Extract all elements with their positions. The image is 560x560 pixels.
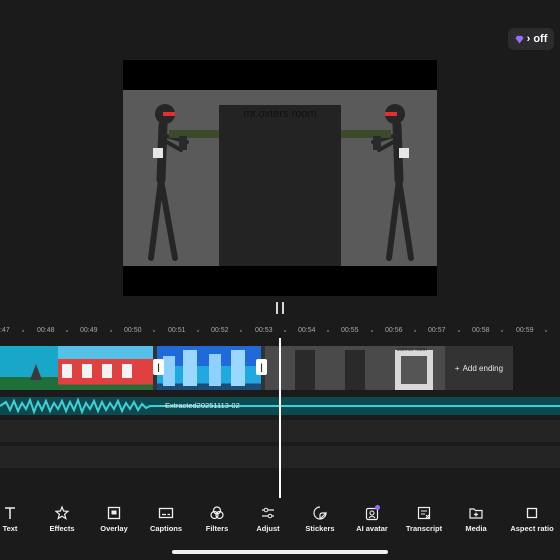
ruler-dot [66,330,68,332]
transition-button[interactable]: | [153,359,164,375]
ruler-dot [153,330,155,332]
pause-icon-bar [282,302,284,314]
tool-label: Transcript [405,524,443,533]
ruler-dot [240,330,242,332]
audio-clip-label: Extracted20251113-02 [165,401,240,410]
stick-figure-left [148,104,219,261]
ruler-dot [284,330,286,332]
ruler-tick: 00:57 [428,327,446,334]
media-icon [469,508,483,519]
ruler-tick: 00:52 [211,327,229,334]
diamond-icon [515,35,524,44]
overlay-icon [107,506,121,520]
clip-sign-text: science room [397,347,427,353]
ruler-dot [110,330,112,332]
video-clip[interactable] [58,346,153,390]
overlay-tool-button[interactable]: Overlay [84,503,144,533]
video-clip[interactable] [157,346,261,390]
ruler-dot [545,330,547,332]
video-track[interactable]: science room [0,346,445,390]
ruler-dot [458,330,460,332]
ruler-dot [371,330,373,332]
bottom-toolbar: Text Effects Overlay Captions Filters Ad… [0,503,560,539]
clip-thumbnail [62,364,132,378]
ai-avatar-tool-button[interactable]: AI avatar [342,503,402,533]
ruler-tick: 00:59 [516,327,534,334]
ruler-tick: 00:51 [168,327,186,334]
ruler-dot [501,330,503,332]
effects-icon [54,505,70,520]
video-clip[interactable] [0,346,58,390]
captions-icon [158,507,174,519]
aspect-ratio-tool-button[interactable]: Aspect ratio [502,503,560,533]
adjust-tool-button[interactable]: Adjust [238,503,298,533]
filters-icon [210,506,224,520]
effects-tool-button[interactable]: Effects [32,503,92,533]
pro-off-label: › off [526,33,548,45]
playhead[interactable] [279,338,281,498]
video-clip[interactable]: science room [265,346,445,390]
ruler-dot [22,330,24,332]
ruler-tick: 00:48 [37,327,55,334]
tool-label: Adjust [256,524,280,533]
clip-thumbnail [163,350,245,386]
media-tool-button[interactable]: Media [446,503,506,533]
ruler-tick: 00:50 [124,327,142,334]
add-ending-label: Add ending [462,363,504,373]
ruler-tick: 00:58 [472,327,490,334]
tool-label: Media [465,524,487,533]
clip-thumbnail [30,364,42,380]
text-icon [5,507,15,519]
ai-avatar-icon [365,505,380,521]
add-ending-button[interactable]: + Add ending [445,346,513,390]
tool-label: Effects [49,524,75,533]
transcript-tool-button[interactable]: Transcript [394,503,454,533]
tool-label: AI avatar [356,524,388,533]
tool-label: Overlay [100,524,128,533]
pause-button[interactable] [272,302,288,316]
ruler-dot [197,330,199,332]
stick-figure-right [341,104,414,261]
plus-icon: + [454,363,460,373]
ruler-dot [327,330,329,332]
ruler-tick: 00:56 [385,327,403,334]
preview-stick-figures [148,104,414,261]
pause-icon [276,302,278,314]
pro-off-button[interactable]: › off [508,28,554,50]
tool-label: Aspect ratio [510,524,554,533]
adjust-icon [262,507,274,519]
ruler-tick: 00:55 [341,327,359,334]
ruler-dot [414,330,416,332]
ruler-tick: 00:49 [80,327,98,334]
ruler-tick: 00:54 [298,327,316,334]
home-indicator[interactable] [172,550,388,554]
transition-button[interactable]: | [256,359,267,375]
ruler-tick: :47 [0,327,10,334]
aspect-ratio-icon [526,507,538,519]
stickers-tool-button[interactable]: Stickers [290,503,350,533]
transcript-icon [417,506,431,520]
tool-label: Stickers [305,524,335,533]
stickers-icon [313,506,327,520]
ruler-tick: 00:53 [255,327,273,334]
